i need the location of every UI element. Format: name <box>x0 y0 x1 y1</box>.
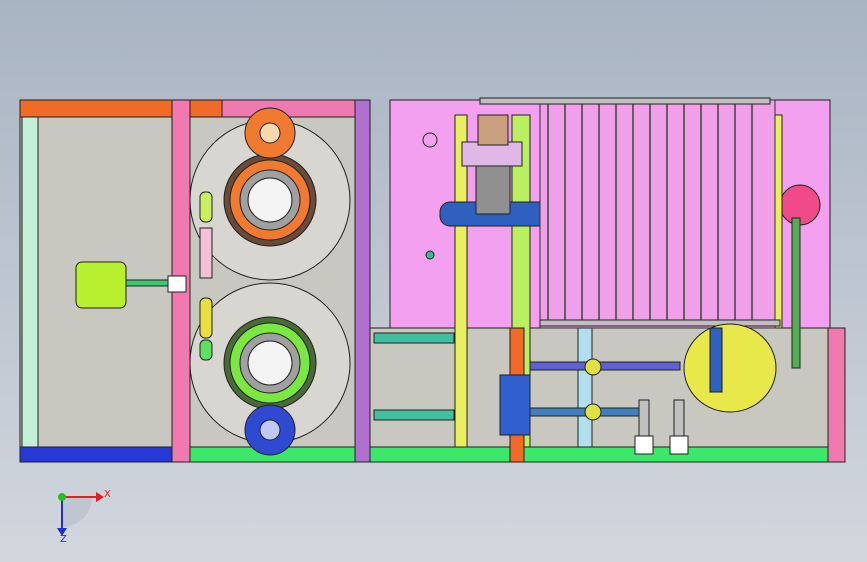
coordinate-triad: X Z <box>57 489 111 545</box>
pipe-inlet-bottom <box>373 409 455 421</box>
gear-top-cone <box>477 114 509 146</box>
top-pink-rail <box>221 99 371 118</box>
motor-block <box>75 261 127 309</box>
lower-roller-bore <box>259 419 281 441</box>
motor-shaft <box>125 279 173 287</box>
gear-housing <box>461 141 523 167</box>
pipe-horizontal-1 <box>529 361 681 371</box>
upper-drum-bore <box>247 177 293 223</box>
left-panel-inner-border <box>21 116 39 448</box>
bottom-chain <box>539 319 781 327</box>
triad-quadrant <box>62 497 92 527</box>
module-hole-top <box>422 132 438 148</box>
plate-frame <box>539 99 776 329</box>
top-chain <box>479 97 771 105</box>
x-axis-arrow <box>96 492 104 502</box>
z-axis-label: Z <box>60 534 67 545</box>
sensor-right-stem <box>673 399 685 437</box>
mid-purple-post <box>354 99 371 463</box>
fitting-low <box>199 297 213 339</box>
module-hole-green <box>425 250 435 260</box>
yellow-tank <box>683 323 777 413</box>
sensor-left <box>634 435 654 455</box>
heat-exchanger-plates <box>539 99 776 329</box>
fitting-mid <box>199 227 213 279</box>
gauge-bottom <box>584 403 602 421</box>
fitting-top <box>199 191 213 223</box>
fitting-bottom <box>199 339 213 361</box>
pipe-inlet-top <box>373 332 455 344</box>
cad-viewport[interactable]: X Z <box>0 0 867 562</box>
sensor-right <box>669 435 689 455</box>
bottom-blue-rail <box>19 446 181 463</box>
machine-assembly-top-view <box>19 97 846 463</box>
module-right-pink-strip <box>827 327 846 463</box>
upper-roller-bore <box>259 122 281 144</box>
x-axis-label: X <box>104 489 111 500</box>
cyan-pipe <box>577 327 593 448</box>
tank-pipe-blue <box>709 327 723 393</box>
y-axis-dot <box>58 493 66 501</box>
coupling-white <box>167 275 187 293</box>
gauge-top <box>584 358 602 376</box>
lower-drum-bore <box>247 340 293 386</box>
blue-valve-body <box>499 374 531 436</box>
gear-body <box>475 165 511 215</box>
sensor-left-stem <box>638 399 650 437</box>
tank-pipe-green <box>791 217 801 369</box>
